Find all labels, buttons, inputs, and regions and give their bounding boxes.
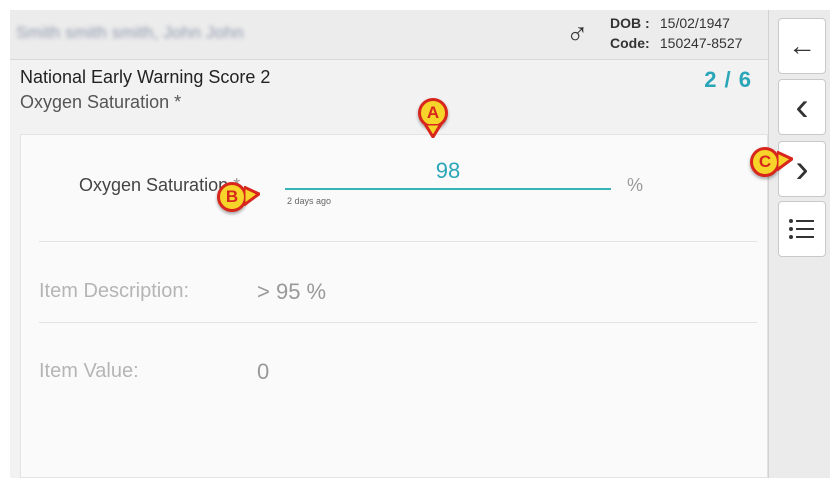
arrow-left-icon: ← — [788, 30, 816, 61]
marker-a-pointer — [424, 124, 442, 138]
chevron-left-icon: ‹ — [795, 84, 809, 129]
divider — [39, 322, 757, 323]
item-description-label: Item Description: — [39, 280, 190, 302]
unit-label: % — [627, 175, 644, 195]
marker-c: C — [750, 147, 780, 177]
patient-info: DOB : 15/02/1947 Code: 150247-8527 — [610, 13, 742, 53]
field-label: Oxygen Saturation * — [79, 175, 240, 196]
male-gender-icon: ♂ — [566, 18, 589, 51]
marker-c-pointer — [777, 151, 793, 171]
divider — [39, 241, 757, 242]
item-value-value: 0 — [257, 359, 270, 384]
form-subtitle: Oxygen Saturation * — [20, 92, 182, 112]
chevron-right-icon: › — [795, 146, 809, 191]
main-area: Smith smith smith, John John ♂ DOB : 15/… — [10, 10, 768, 478]
item-list-button[interactable] — [778, 201, 826, 257]
code-label: Code: — [610, 35, 650, 51]
item-description-value: > 95 % — [257, 279, 327, 304]
marker-c-label: C — [758, 152, 772, 171]
code-value: 150247-8527 — [659, 35, 743, 51]
oxygen-saturation-input[interactable] — [285, 154, 611, 190]
marker-a-label: A — [426, 103, 440, 122]
back-button[interactable]: ← — [778, 18, 826, 74]
marker-b-pointer — [244, 186, 260, 206]
field-label-text: Oxygen Saturation — [79, 175, 229, 195]
marker-b: B — [217, 182, 247, 212]
marker-b-label: B — [225, 187, 239, 206]
progress-indicator: 2 / 6 — [704, 67, 752, 92]
form-title: National Early Warning Score 2 — [20, 67, 271, 87]
item-value-label: Item Value: — [39, 360, 139, 382]
patient-name: Smith smith smith, John John — [16, 23, 244, 42]
item-panel: Oxygen Saturation * 2 days ago % Item De… — [20, 134, 768, 478]
patient-bar: Smith smith smith, John John ♂ DOB : 15/… — [10, 10, 768, 60]
sidebar: ← ‹ › — [768, 10, 830, 478]
dob-label: DOB : — [610, 15, 650, 31]
dob-value: 15/02/1947 — [659, 15, 730, 31]
previous-item-button[interactable]: ‹ — [778, 79, 826, 135]
last-value-hint: 2 days ago — [287, 196, 332, 206]
list-icon — [789, 219, 814, 239]
